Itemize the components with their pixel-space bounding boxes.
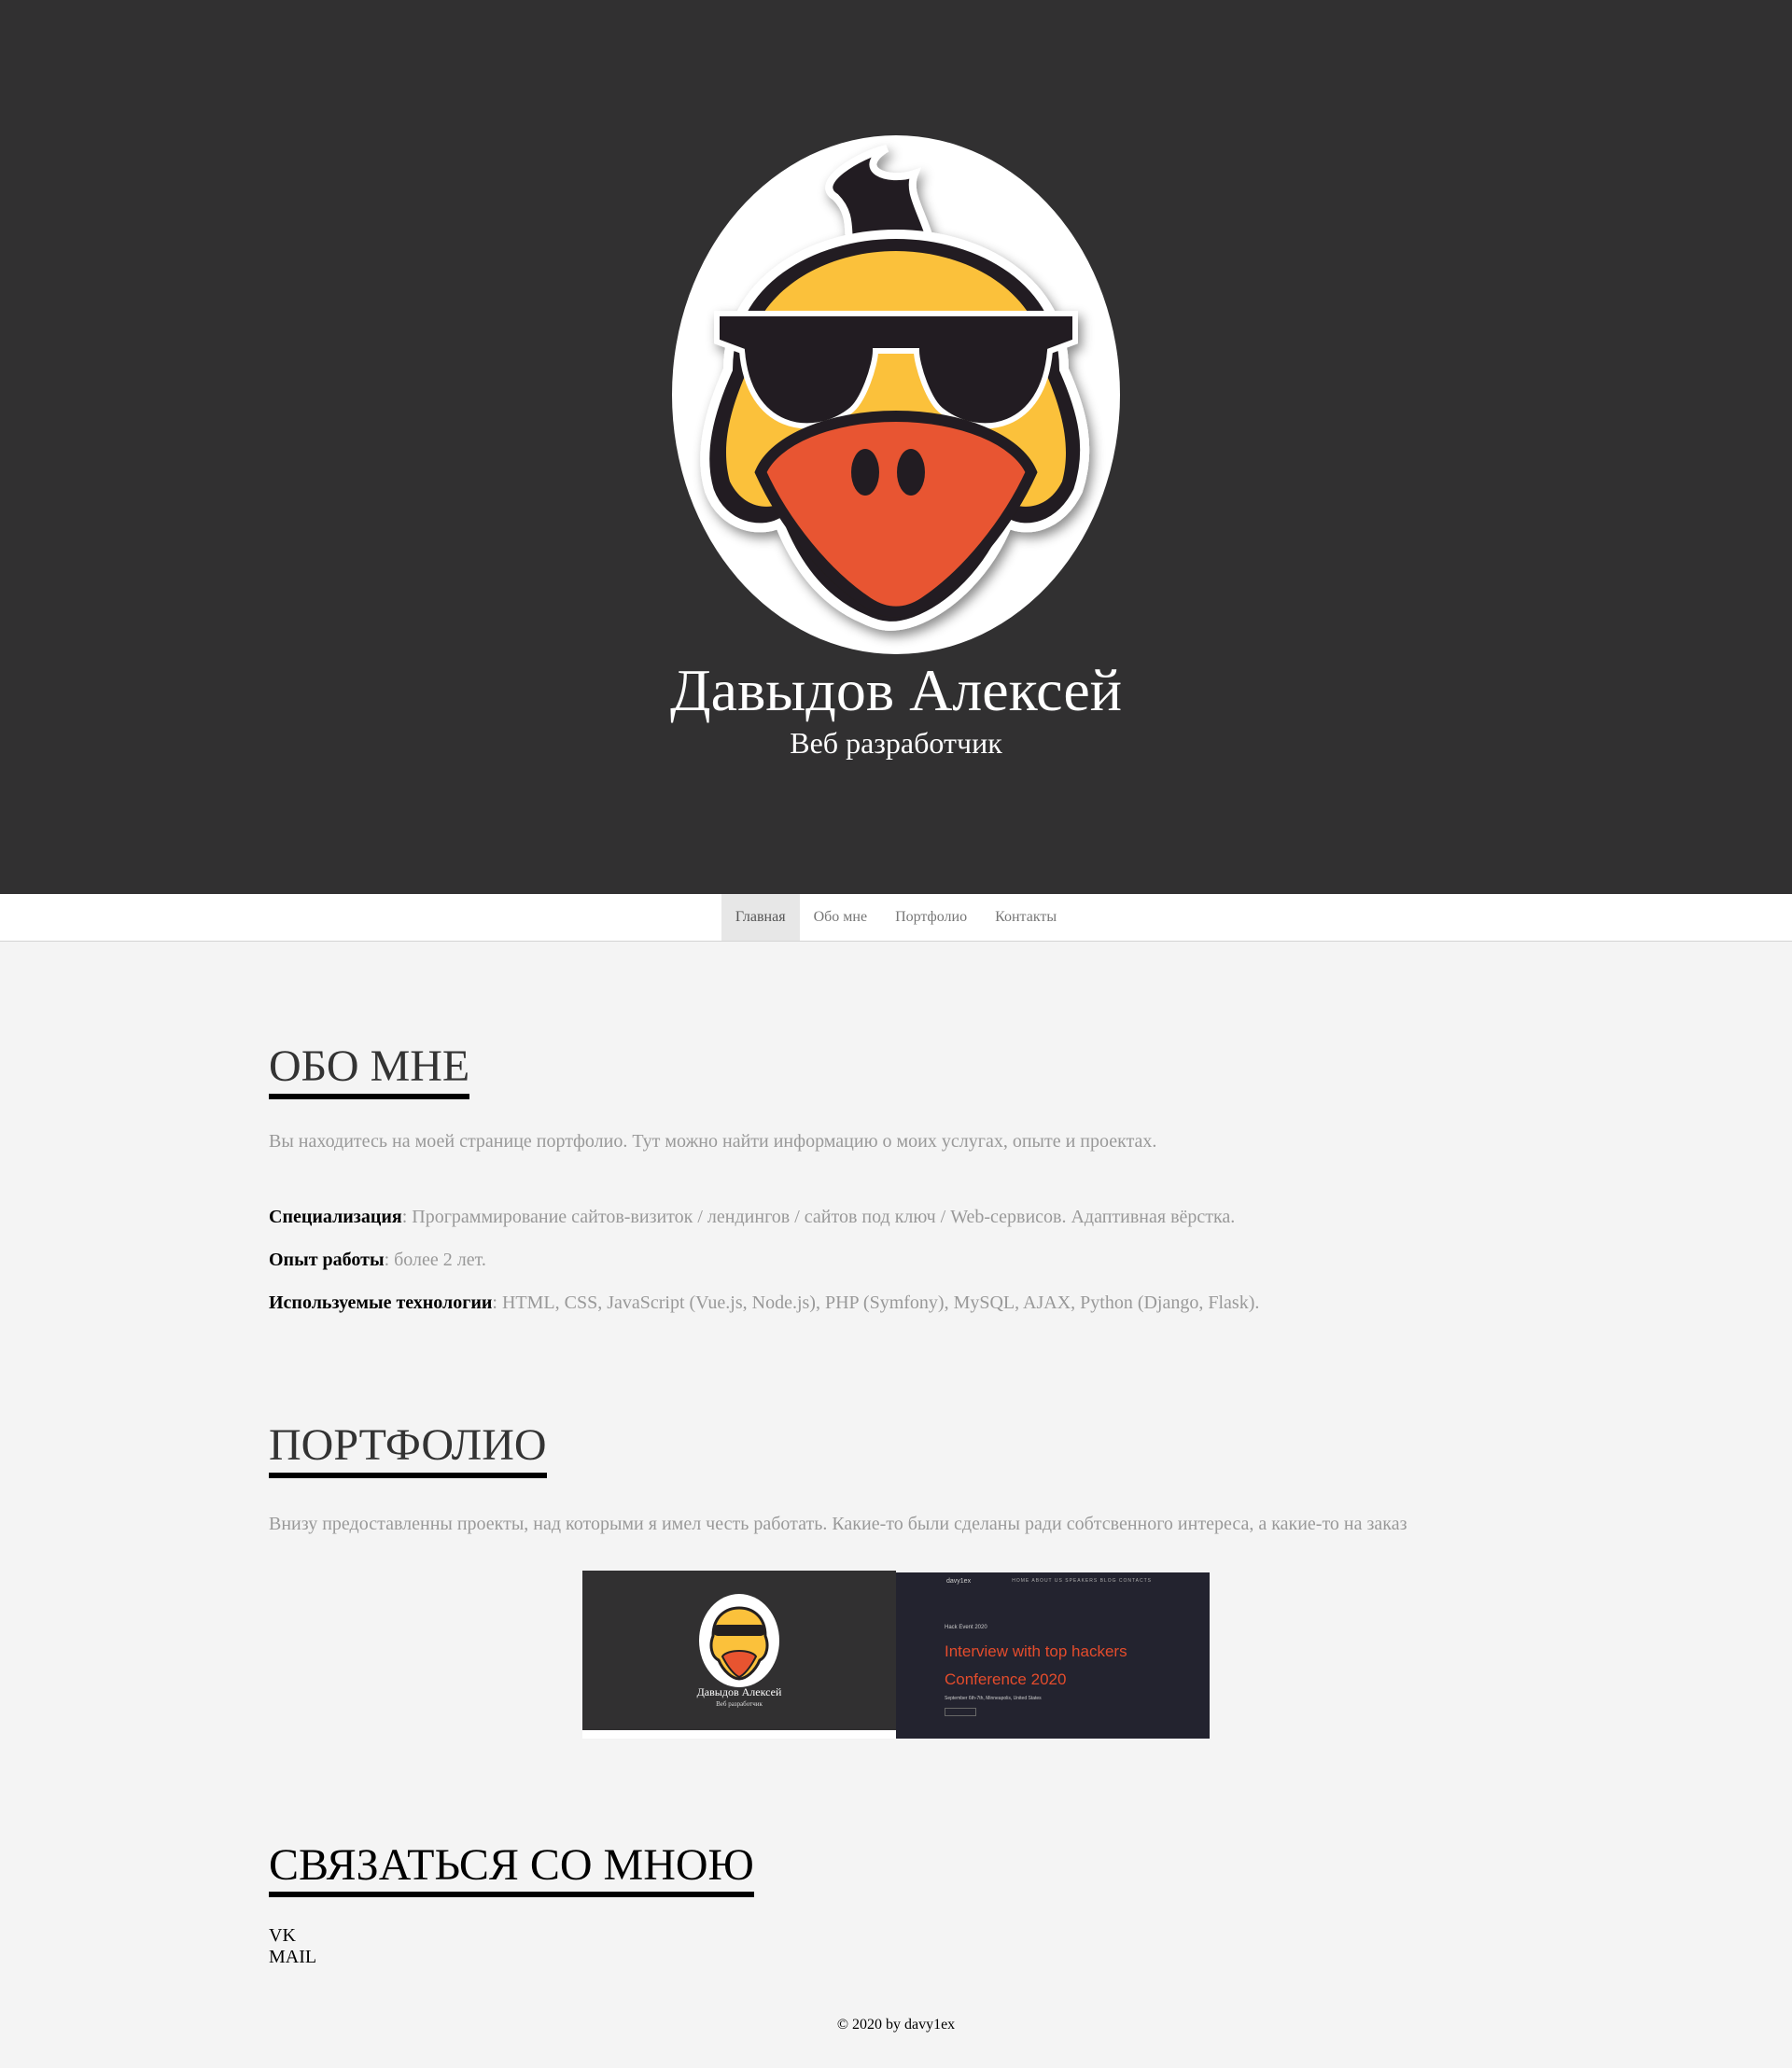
main-nav: Главная Обо мне Портфолио Контакты [0, 894, 1792, 942]
about-title: ОБО МНЕ [269, 1041, 470, 1099]
fact-value: : более 2 лет. [384, 1249, 486, 1270]
project-thumbnail-hack-event[interactable]: davy1ex HOME ABOUT US SPEAKERS BLOG CONT… [896, 1572, 1210, 1739]
nav-item-home[interactable]: Главная [721, 894, 800, 941]
hero-header: Давыдов Алексей Веб разработчик [0, 0, 1792, 894]
thumb-headline: Interview with top hackers Conference 20… [945, 1642, 1127, 1688]
project-thumbnail-portfolio[interactable]: Давыдов Алексей Веб разработчик [582, 1570, 896, 1739]
thumb-menu: HOME ABOUT US SPEAKERS BLOG CONTACTS [1012, 1577, 1152, 1584]
thumb-nav-strip [582, 1729, 896, 1739]
contact-title: СВЯЗАТЬСЯ СО МНОЮ [269, 1840, 754, 1898]
thumb-button [945, 1707, 976, 1716]
nav-item-contacts[interactable]: Контакты [981, 894, 1071, 941]
fact-specialization: Специализация: Программирование сайтов-в… [269, 1195, 1680, 1238]
duck-avatar-icon [672, 135, 1120, 654]
copyright-text: © 2020 by davy1ex [836, 2017, 956, 2033]
nav-item-about[interactable]: Обо мне [800, 894, 881, 941]
thumb-brand: davy1ex [946, 1577, 972, 1585]
portfolio-section: ПОРТФОЛИО Внизу предоставленны проекты, … [269, 1324, 1680, 1739]
nav-item-portfolio[interactable]: Портфолио [881, 894, 981, 941]
fact-technologies: Используемые технологии: HTML, CSS, Java… [269, 1281, 1680, 1324]
portfolio-gallery: Давыдов Алексей Веб разработчик davy1ex … [582, 1570, 1680, 1739]
thumb-subline: September 6th-7th, Minneapolis, United S… [945, 1695, 1042, 1701]
thumb-name: Давыдов Алексей [696, 1684, 782, 1698]
about-intro: Вы находитесь на моей странице портфолио… [269, 1130, 1157, 1152]
main-content: ОБО МНЕ Вы находитесь на моей странице п… [0, 942, 1792, 1968]
about-facts: Специализация: Программирование сайтов-в… [269, 1195, 1680, 1324]
vk-link[interactable]: VK [269, 1925, 1680, 1947]
contact-links: VK MAIL [269, 1925, 1680, 1968]
fact-label: Используемые технологии [269, 1292, 493, 1313]
portfolio-title: ПОРТФОЛИО [269, 1420, 547, 1478]
fact-value: : Программирование сайтов-визиток / ленд… [401, 1206, 1236, 1227]
fact-label: Специализация [269, 1206, 402, 1227]
author-role: Веб разработчик [790, 726, 1002, 760]
page-footer: © 2020 by davy1ex [0, 2017, 1792, 2033]
fact-label: Опыт работы [269, 1249, 385, 1270]
thumb-role: Веб разработчик [716, 1699, 763, 1708]
portfolio-intro: Внизу предоставленны проекты, над которы… [269, 1513, 1407, 1534]
fact-value: : HTML, CSS, JavaScript (Vue.js, Node.js… [492, 1292, 1260, 1313]
thumb-kicker: Hack Event 2020 [945, 1624, 987, 1630]
contact-section: СВЯЗАТЬСЯ СО МНОЮ VK MAIL [269, 1739, 1680, 1969]
about-section: ОБО МНЕ Вы находитесь на моей странице п… [269, 942, 1680, 1324]
duck-avatar-icon [699, 1593, 779, 1687]
author-name: Давыдов Алексей [670, 657, 1122, 723]
fact-experience: Опыт работы: более 2 лет. [269, 1238, 1680, 1281]
mail-link[interactable]: MAIL [269, 1947, 1680, 1968]
